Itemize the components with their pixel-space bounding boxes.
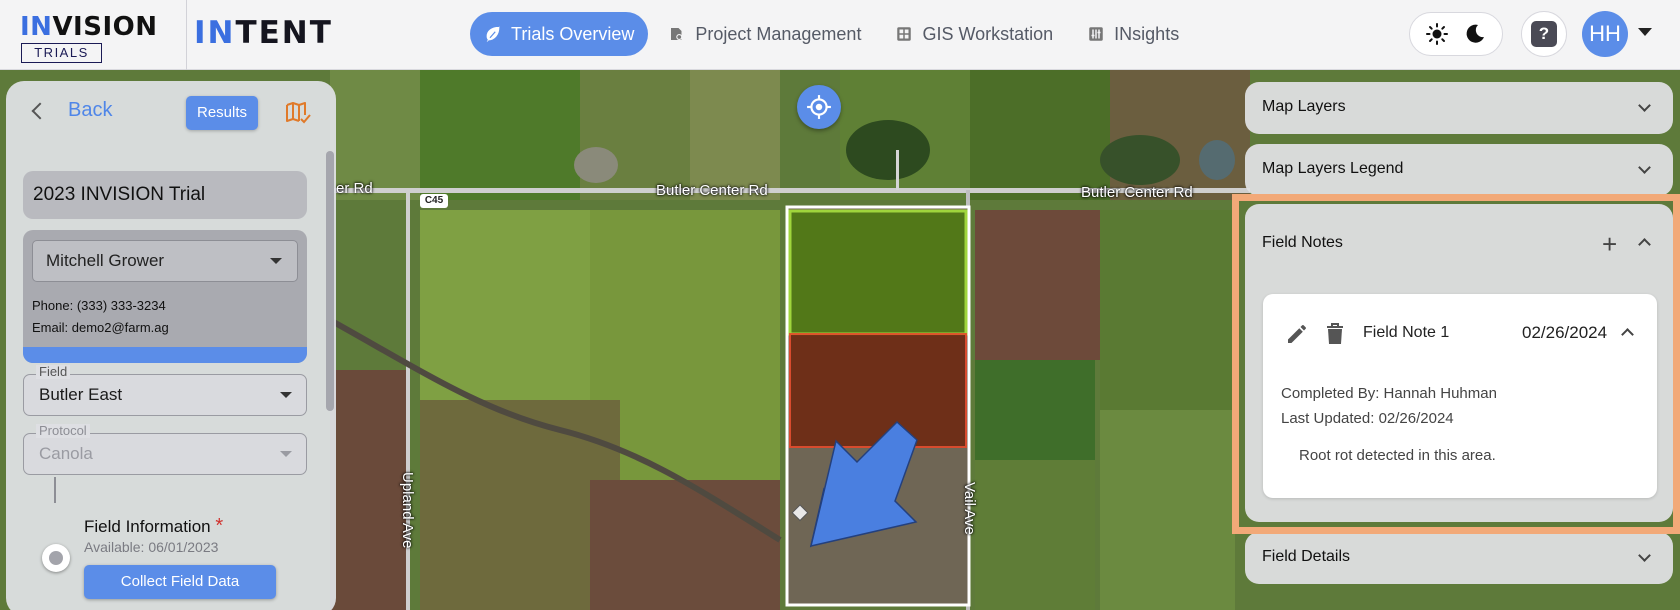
collect-field-data-button[interactable]: Collect Field Data bbox=[84, 565, 276, 599]
chevron-up-icon[interactable] bbox=[1621, 328, 1634, 341]
main-nav: Trials Overview Project Management GIS W… bbox=[470, 12, 1193, 56]
locate-button[interactable] bbox=[797, 85, 841, 129]
protocol-value: Canola bbox=[39, 444, 93, 463]
trial-name: 2023 INVISION Trial bbox=[23, 171, 307, 219]
field-select[interactable]: Field Butler East bbox=[23, 365, 307, 416]
chevron-down-icon[interactable] bbox=[1638, 99, 1651, 112]
note-date: 02/26/2024 bbox=[1522, 323, 1608, 342]
panel-title: Map Layers bbox=[1262, 98, 1346, 115]
grower-card: Mitchell Grower Phone: (333) 333-3234 Em… bbox=[23, 230, 307, 363]
grower-accent-bar bbox=[23, 347, 307, 363]
field-legend: Field bbox=[36, 365, 71, 379]
route-shield: C45 bbox=[420, 194, 448, 208]
grower-email: Email: demo2@farm.ag bbox=[32, 320, 169, 335]
road-label: Butler Center Rd bbox=[656, 182, 768, 199]
tab-project-management[interactable]: Project Management bbox=[654, 12, 875, 56]
map-layers-legend-panel[interactable]: Map Layers Legend bbox=[1245, 144, 1673, 196]
grower-phone: Phone: (333) 333-3234 bbox=[32, 298, 166, 313]
caret-down-icon bbox=[280, 392, 292, 398]
trial-side-panel: Back Results 2023 INVISION Trial Mitchel… bbox=[6, 81, 336, 610]
step-indicator[interactable] bbox=[42, 544, 70, 572]
chevron-up-icon[interactable] bbox=[1638, 238, 1651, 251]
road-label: Upland Ave bbox=[399, 472, 416, 549]
panel-title: Field Details bbox=[1262, 548, 1351, 565]
crosshair-icon bbox=[807, 95, 831, 119]
step-title: Field Information * bbox=[84, 515, 224, 537]
road-label: er Rd bbox=[336, 180, 373, 197]
tab-insights[interactable]: INsights bbox=[1073, 12, 1193, 56]
chevron-down-icon[interactable] bbox=[1638, 549, 1651, 562]
tab-label: INsights bbox=[1114, 23, 1180, 44]
back-label: Back bbox=[68, 99, 113, 121]
invision-logo: INVISION bbox=[20, 12, 158, 42]
stepper-connector bbox=[54, 477, 56, 503]
field-details-panel[interactable]: Field Details bbox=[1245, 532, 1673, 584]
logo-divider bbox=[186, 0, 187, 70]
tab-label: GIS Workstation bbox=[922, 23, 1054, 44]
app-header: INVISION TRIALS INTENT Trials Overview P… bbox=[0, 0, 1680, 70]
sun-icon[interactable] bbox=[1425, 22, 1449, 46]
theme-toggle[interactable] bbox=[1409, 12, 1503, 56]
help-icon: ? bbox=[1531, 21, 1557, 47]
note-body: Root rot detected in this area. bbox=[1299, 447, 1496, 464]
protocol-legend: Protocol bbox=[36, 424, 90, 438]
field-note-card: Field Note 1 02/26/2024 Completed By: Ha… bbox=[1263, 294, 1657, 498]
leaf-icon bbox=[486, 26, 500, 42]
caret-down-icon bbox=[270, 258, 282, 264]
grid-icon bbox=[897, 27, 912, 41]
road-label: Vail Ave bbox=[961, 482, 978, 535]
step-available-date: Available: 06/01/2023 bbox=[84, 539, 219, 555]
tab-trials-overview[interactable]: Trials Overview bbox=[470, 12, 649, 56]
field-notes-panel: Field Notes + Field Note 1 02/26/2024 Co… bbox=[1245, 204, 1673, 522]
panel-scrollbar[interactable] bbox=[326, 151, 334, 411]
required-mark: * bbox=[215, 515, 224, 537]
panel-title: Field Notes bbox=[1262, 234, 1343, 251]
field-value: Butler East bbox=[39, 385, 123, 404]
moon-icon[interactable] bbox=[1463, 22, 1487, 46]
back-button[interactable]: Back bbox=[28, 99, 112, 122]
panel-title: Map Layers Legend bbox=[1262, 160, 1404, 177]
chevron-down-icon[interactable] bbox=[1638, 28, 1652, 36]
add-note-icon[interactable]: + bbox=[1602, 231, 1617, 257]
grower-name: Mitchell Grower bbox=[46, 251, 165, 270]
tab-gis-workstation[interactable]: GIS Workstation bbox=[881, 12, 1067, 56]
grower-select[interactable]: Mitchell Grower bbox=[32, 240, 298, 282]
map-check-icon[interactable] bbox=[285, 101, 311, 125]
note-last-updated: Last Updated: 02/26/2024 bbox=[1281, 410, 1454, 427]
trials-logo-label: TRIALS bbox=[21, 43, 102, 63]
note-title: Field Note 1 bbox=[1363, 324, 1450, 341]
tab-label: Project Management bbox=[695, 23, 862, 44]
edit-icon[interactable] bbox=[1285, 322, 1309, 346]
avatar[interactable]: HH bbox=[1582, 11, 1628, 57]
help-button[interactable]: ? bbox=[1521, 11, 1567, 57]
note-completed-by: Completed By: Hannah Huhman bbox=[1281, 385, 1497, 402]
road-label: Butler Center Rd bbox=[1081, 184, 1193, 201]
intent-logo: INTENT bbox=[194, 15, 333, 51]
tab-label: Trials Overview bbox=[511, 23, 635, 44]
caret-down-icon bbox=[280, 451, 292, 457]
trash-icon[interactable] bbox=[1324, 322, 1346, 346]
chevron-down-icon[interactable] bbox=[1638, 161, 1651, 174]
project-icon bbox=[671, 28, 683, 40]
protocol-select: Protocol Canola bbox=[23, 424, 307, 475]
chevron-left-icon bbox=[31, 102, 49, 119]
map-layers-panel[interactable]: Map Layers bbox=[1245, 82, 1673, 134]
results-button[interactable]: Results bbox=[186, 96, 258, 130]
sliders-icon bbox=[1089, 27, 1103, 41]
